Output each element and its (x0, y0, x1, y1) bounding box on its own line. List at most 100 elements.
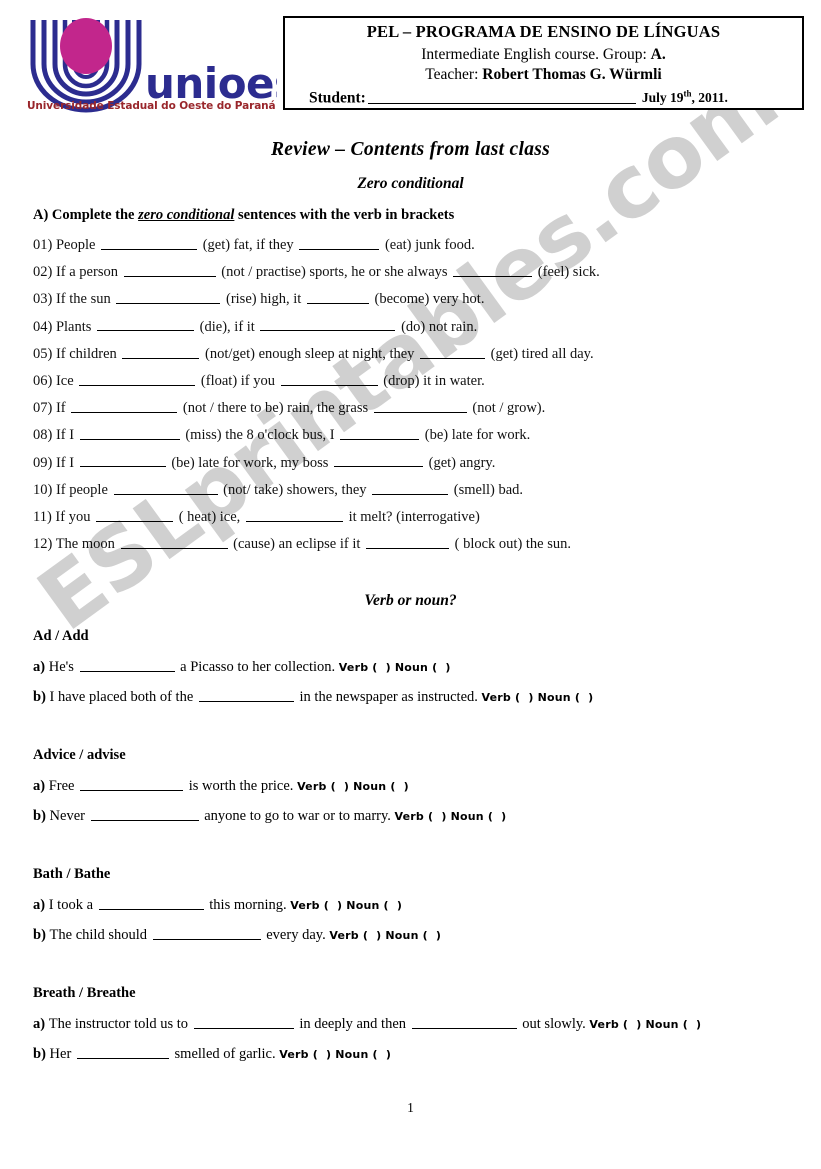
page-title: Review – Contents from last class (270, 139, 551, 160)
question-number: 01) (33, 236, 56, 253)
question-text: If children (55, 345, 121, 362)
answer-blank[interactable] (120, 534, 228, 549)
question-text: (drop) it in water. (383, 372, 485, 389)
answer-blank[interactable] (366, 534, 449, 549)
verb-noun-group-heading: Bath / Bathe (33, 866, 111, 882)
question-text: People (55, 236, 100, 253)
question-number: 06) (33, 372, 56, 389)
program-title: PEL – PROGRAMA DE ENSINO DE LÍNGUAS (366, 22, 721, 41)
answer-blank[interactable] (280, 371, 378, 386)
answer-blank[interactable] (340, 425, 420, 441)
answer-blank[interactable] (373, 398, 467, 413)
answer-blank[interactable] (97, 317, 195, 332)
item-text: The child should (49, 926, 151, 943)
item-text: every day. (266, 926, 330, 943)
answer-blank[interactable] (299, 235, 380, 250)
question-text: (become) very hot. (374, 291, 485, 308)
answer-blank[interactable] (453, 262, 533, 277)
verb-noun-item: b) I have placed both of the in the news… (33, 687, 593, 706)
answer-blank[interactable] (80, 776, 184, 791)
student-name-blank[interactable] (367, 103, 636, 104)
verb-noun-group-heading: Breath / Breathe (33, 985, 136, 1001)
verb-noun-item: a) I took a this morning. Verb ( ) Noun … (33, 895, 402, 914)
question-text: (not / there to be) rain, the grass (182, 399, 372, 416)
verb-checkbox-label[interactable]: Verb ( (339, 661, 386, 674)
verb-checkbox-label[interactable]: Verb ( (297, 780, 344, 793)
answer-blank[interactable] (123, 262, 216, 277)
verb-noun-item: b) The child should every day. Verb ( ) … (33, 925, 441, 944)
answer-blank[interactable] (198, 687, 294, 702)
item-bullet: a) (33, 1015, 49, 1032)
verb-noun-item: a) The instructor told us to in deeply a… (33, 1014, 701, 1033)
question-number: 12) (33, 535, 56, 552)
verb-noun-group-heading: Advice / advise (33, 747, 126, 763)
answer-blank[interactable] (113, 480, 218, 495)
course-group-line: Intermediate English course. Group: A. (285, 45, 802, 63)
noun-checkbox-label[interactable]: ) Noun ( ) (386, 661, 451, 674)
answer-blank[interactable] (116, 289, 221, 305)
verb-checkbox-label[interactable]: Verb ( (290, 899, 337, 912)
instruction-emphasis: zero conditional (138, 207, 235, 223)
answer-blank[interactable] (90, 806, 199, 821)
verb-checkbox-label[interactable]: Verb ( (329, 929, 376, 942)
answer-blank[interactable] (79, 425, 180, 441)
answer-blank[interactable] (101, 235, 198, 250)
question-text: (do) not rain. (401, 318, 478, 335)
answer-blank[interactable] (334, 453, 424, 468)
question-number: 11) (33, 508, 56, 525)
question-text: ( block out) the sun. (454, 535, 572, 552)
question-text: If you (55, 508, 95, 525)
answer-blank[interactable] (260, 317, 396, 332)
logo-ellipse (60, 18, 112, 74)
answer-blank[interactable] (79, 453, 166, 468)
noun-checkbox-label[interactable]: ) Noun ( ) (326, 1048, 391, 1061)
question-line: 08) If I (miss) the 8 o'clock bus, I (be… (33, 425, 530, 444)
question-text: (be) late for work, my boss (171, 454, 333, 471)
question-line: 04) Plants (die), if it (do) not rain. (33, 317, 477, 336)
answer-blank[interactable] (76, 1044, 169, 1059)
answer-blank[interactable] (122, 344, 200, 359)
question-line: 12) The moon (cause) an eclipse if it ( … (33, 534, 571, 553)
question-text: it melt? (interrogative) (348, 508, 480, 525)
answer-blank[interactable] (411, 1014, 517, 1029)
answer-blank[interactable] (96, 507, 174, 522)
course-label: Intermediate English course. Group: (421, 45, 647, 63)
question-text: (die), if it (199, 318, 259, 335)
answer-blank[interactable] (71, 398, 178, 413)
verb-checkbox-label[interactable]: Verb ( (589, 1018, 636, 1031)
item-text: The instructor told us to (48, 1015, 192, 1032)
question-text: Plants (55, 318, 96, 335)
answer-blank[interactable] (420, 344, 486, 359)
answer-blank[interactable] (79, 371, 196, 386)
noun-checkbox-label[interactable]: ) Noun ( ) (337, 899, 402, 912)
date-text: July 19th, 2011. (641, 88, 728, 106)
answer-blank[interactable] (79, 657, 175, 672)
logo-subtitle: Universidade Estadual do Oeste do Paraná (27, 100, 276, 112)
question-text: (smell) bad. (453, 481, 524, 498)
noun-checkbox-label[interactable]: ) Noun ( ) (376, 929, 441, 942)
answer-blank[interactable] (372, 480, 449, 495)
item-text: a Picasso to her collection. (180, 658, 339, 675)
item-text: Her (49, 1045, 75, 1062)
item-bullet: a) (33, 658, 49, 675)
noun-checkbox-label[interactable]: ) Noun ( ) (528, 691, 593, 704)
answer-blank[interactable] (245, 507, 343, 522)
answer-blank[interactable] (306, 289, 369, 305)
instruction-after: sentences with the verb in brackets (234, 207, 455, 223)
worksheet-page: ESLprintables.com unioeste Universidade … (0, 0, 821, 1169)
verb-checkbox-label[interactable]: Verb ( (482, 691, 529, 704)
answer-blank[interactable] (152, 925, 261, 940)
question-text: If people (55, 481, 112, 498)
question-text: If a person (55, 263, 122, 280)
noun-checkbox-label[interactable]: ) Noun ( ) (344, 780, 409, 793)
answer-blank[interactable] (98, 895, 204, 910)
verb-checkbox-label[interactable]: Verb ( (395, 810, 442, 823)
question-text: If I (55, 454, 78, 471)
question-line: 05) If children (not/get) enough sleep a… (33, 344, 594, 363)
course-info-box: PEL – PROGRAMA DE ENSINO DE LÍNGUAS Inte… (283, 16, 804, 110)
verb-checkbox-label[interactable]: Verb ( (279, 1048, 326, 1061)
question-number: 02) (33, 263, 56, 280)
noun-checkbox-label[interactable]: ) Noun ( ) (441, 810, 506, 823)
noun-checkbox-label[interactable]: ) Noun ( ) (636, 1018, 701, 1031)
answer-blank[interactable] (193, 1014, 294, 1029)
